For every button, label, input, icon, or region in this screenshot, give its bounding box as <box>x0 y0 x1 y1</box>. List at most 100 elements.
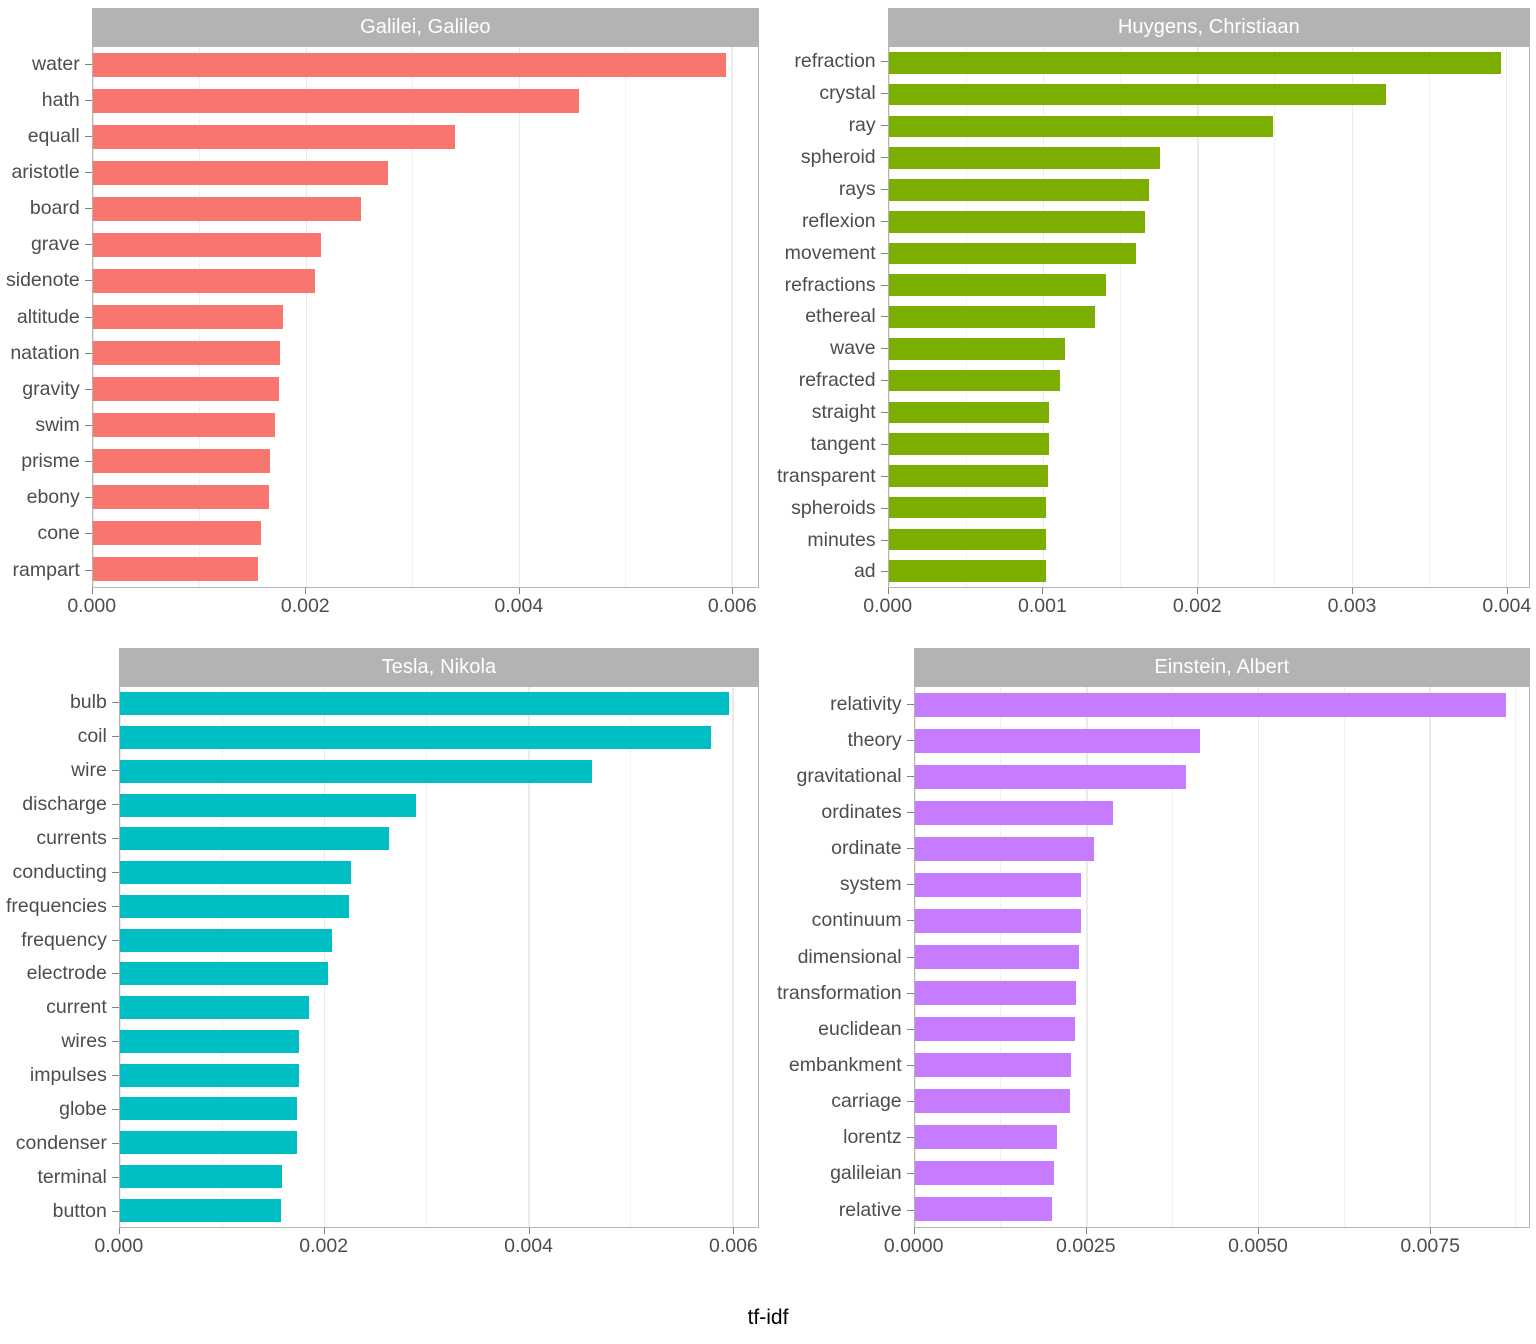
bar-row <box>92 407 758 443</box>
bar-row <box>888 365 1529 397</box>
bar <box>119 692 730 716</box>
y-tick-text: theory <box>847 728 902 751</box>
bar-row <box>888 460 1529 492</box>
y-tick-mark-icon <box>84 135 92 137</box>
y-tick-mark-icon <box>880 412 888 414</box>
bar <box>914 944 1080 970</box>
y-tick-text: wire <box>71 759 107 782</box>
bar <box>888 306 1096 328</box>
bar <box>888 115 1273 138</box>
bar <box>888 337 1065 360</box>
y-tick-text: frequencies <box>6 894 107 917</box>
bar-row <box>888 79 1529 111</box>
bar <box>92 304 284 330</box>
y-axis-tick-label: rampart <box>13 552 92 588</box>
y-axis-tick-label: euclidean <box>818 1011 914 1047</box>
y-tick-text: dimensional <box>797 945 902 968</box>
y-tick-mark-icon <box>880 316 888 318</box>
y-tick-text: hath <box>41 88 80 111</box>
bar-series <box>92 47 758 587</box>
y-tick-mark-icon <box>111 1075 119 1077</box>
bar <box>92 124 455 150</box>
y-tick-mark-icon <box>906 739 914 741</box>
bar-row <box>92 119 758 155</box>
bar-row <box>888 301 1529 333</box>
y-axis-tick-label: refracted <box>799 365 888 397</box>
y-tick-mark-icon <box>880 93 888 95</box>
bar <box>914 1160 1054 1186</box>
bar <box>914 1124 1057 1150</box>
bar-row <box>92 443 758 479</box>
y-tick-mark-icon <box>906 811 914 813</box>
y-tick-mark-icon <box>906 1137 914 1139</box>
bar <box>119 726 712 750</box>
y-tick-text: ethereal <box>805 305 876 328</box>
y-tick-text: terminal <box>37 1165 107 1188</box>
y-tick-mark-icon <box>84 533 92 535</box>
y-axis-tick-label: coil <box>78 720 119 754</box>
bar <box>888 242 1136 265</box>
y-axis-tick-label: transparent <box>777 460 888 492</box>
bar-row <box>914 831 1529 867</box>
x-axis-title: tf-idf <box>747 1306 789 1329</box>
bar <box>914 1052 1072 1078</box>
y-tick-text: prisme <box>21 450 80 473</box>
bar-row <box>888 206 1529 238</box>
y-tick-text: crystal <box>819 82 876 105</box>
y-axis-tick-label: ad <box>854 556 888 588</box>
bar <box>914 692 1507 718</box>
bar-row <box>119 856 758 890</box>
x-axis-tick-label: 0.000 <box>67 595 117 617</box>
bar <box>914 980 1076 1006</box>
bar <box>92 340 281 366</box>
bar-row <box>119 957 758 991</box>
y-tick-text: reflexion <box>801 209 876 232</box>
bar <box>914 1088 1070 1114</box>
y-axis-labels: relativity theory gravitational ordinates or… <box>777 686 914 1228</box>
y-tick-text: rampart <box>12 558 80 581</box>
y-axis-tick-label: ordinates <box>821 794 914 830</box>
bar <box>119 996 309 1020</box>
y-axis-tick-label: system <box>840 867 914 903</box>
y-tick-mark-icon <box>84 497 92 499</box>
y-tick-mark-icon <box>111 804 119 806</box>
bar-row <box>914 867 1529 903</box>
y-tick-mark-icon <box>880 507 888 509</box>
bar <box>888 401 1050 424</box>
x-tick-mark-icon <box>1257 1228 1259 1234</box>
bar <box>119 894 349 918</box>
y-tick-mark-icon <box>84 244 92 246</box>
y-tick-text: refracted <box>798 369 876 392</box>
y-axis-tick-label: equall <box>28 118 92 154</box>
y-axis-tick-label: relative <box>839 1192 914 1228</box>
y-axis-tick-label: dimensional <box>798 939 914 975</box>
y-tick-text: conducting <box>12 860 107 883</box>
x-tick-mark-icon <box>118 1228 120 1234</box>
y-tick-text: wires <box>61 1030 107 1053</box>
bar-row <box>119 1092 758 1126</box>
y-tick-text: impulses <box>29 1064 107 1087</box>
y-axis-tick-label: frequency <box>21 923 119 957</box>
bar-row <box>914 687 1529 723</box>
x-axis-tick-label: 0.002 <box>1172 595 1222 617</box>
y-tick-mark-icon <box>880 443 888 445</box>
y-tick-mark-icon <box>906 1028 914 1030</box>
bar <box>888 147 1161 169</box>
y-axis-tick-label: crystal <box>819 78 888 110</box>
y-axis-tick-label: minutes <box>807 524 888 556</box>
y-axis-tick-label: globe <box>59 1093 119 1127</box>
y-tick-text: current <box>46 996 107 1019</box>
y-tick-text: refraction <box>794 50 876 73</box>
y-tick-mark-icon <box>84 280 92 282</box>
y-tick-mark-icon <box>880 348 888 350</box>
y-tick-mark-icon <box>111 1176 119 1178</box>
bar <box>92 520 261 546</box>
bar-row <box>119 1160 758 1194</box>
bar-row <box>119 1193 758 1227</box>
y-axis-tick-label: reflexion <box>802 205 888 237</box>
facet-strip-title: Huygens, Christiaan <box>887 8 1530 46</box>
bar-row <box>888 492 1529 524</box>
y-axis-tick-label: prisme <box>21 444 92 480</box>
bar-row <box>119 1025 758 1059</box>
y-axis-tick-label: continuum <box>812 903 914 939</box>
